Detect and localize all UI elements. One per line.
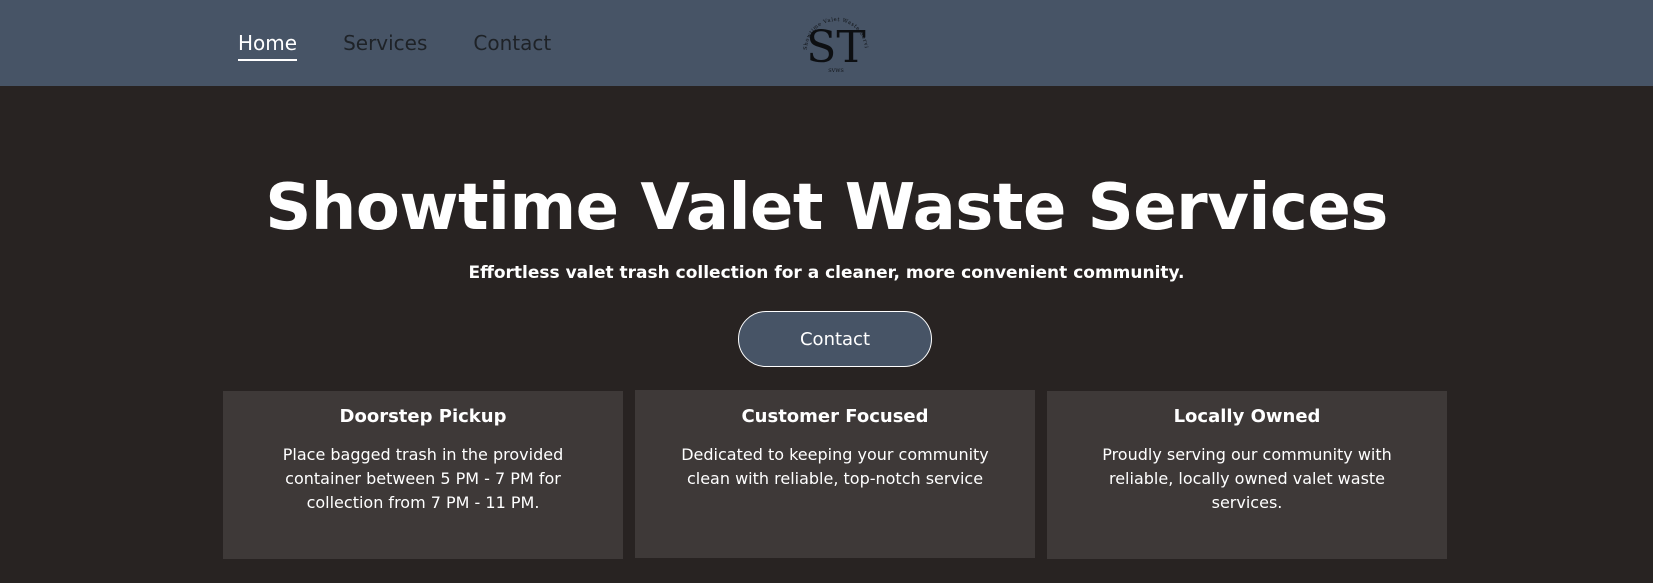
logo-bottom-text: SVWS xyxy=(828,68,844,74)
feature-card-title: Locally Owned xyxy=(1173,406,1321,427)
contact-button[interactable]: Contact xyxy=(738,311,932,367)
feature-card-locally-owned: Locally Owned Proudly serving our commun… xyxy=(1047,391,1447,559)
main-nav: Home Services Contact xyxy=(238,30,597,61)
brand-logo-mark: Showtime Valet Waste Services ST SVWS xyxy=(795,6,868,74)
feature-card-title: Customer Focused xyxy=(741,406,929,427)
hero-subtitle: Effortless valet trash collection for a … xyxy=(468,263,1185,283)
feature-card-doorstep-pickup: Doorstep Pickup Place bagged trash in th… xyxy=(223,391,623,559)
feature-card-text: Dedicated to keeping your community clea… xyxy=(681,445,989,488)
feature-card-text: Place bagged trash in the provided conta… xyxy=(282,445,564,512)
hero-title: Showtime Valet Waste Services xyxy=(265,171,1388,245)
top-navigation-bar: Home Services Contact Showtime Valet Was… xyxy=(0,0,1653,86)
feature-card-customer-focused: Customer Focused Dedicated to keeping yo… xyxy=(635,390,1035,558)
nav-link-home[interactable]: Home xyxy=(238,30,298,61)
feature-card-text: Proudly serving our community with relia… xyxy=(1102,445,1392,512)
nav-link-services[interactable]: Services xyxy=(343,30,427,61)
logo-monogram: ST xyxy=(806,22,866,73)
brand-logo[interactable]: Showtime Valet Waste Services ST SVWS xyxy=(795,6,875,76)
nav-link-contact[interactable]: Contact xyxy=(473,30,551,61)
feature-card-title: Doorstep Pickup xyxy=(339,406,507,427)
